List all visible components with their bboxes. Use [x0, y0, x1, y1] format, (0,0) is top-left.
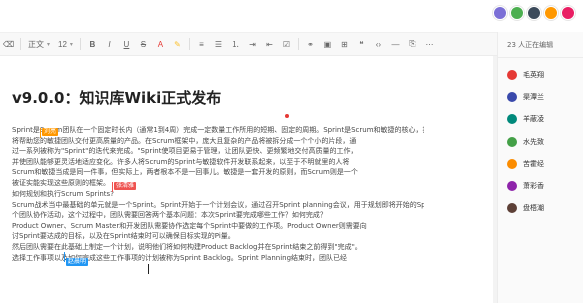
font-size-select-label: 12 — [58, 39, 67, 49]
editor-name: 渠潭兰 — [523, 93, 544, 102]
paragraph-line: 个团队协作活动，这个过程中，团队需要回答两个基本问题：本次Sprint要完成哪些… — [12, 211, 327, 220]
highlight-icon[interactable]: ✎ — [169, 32, 186, 56]
strikethrough-icon[interactable]: S — [135, 32, 152, 56]
outdent-icon[interactable]: ⇤ — [261, 32, 278, 56]
top-bar — [0, 0, 583, 32]
avatar — [507, 70, 517, 81]
paragraph-line: 讨Sprint要达成的目标，以及在Sprint结束时可以确保目标实现的Pi量。 — [12, 232, 235, 241]
collab-tag: 刘亮 — [42, 128, 59, 136]
image-icon[interactable]: ▣ — [319, 32, 336, 56]
para-how-to-plan: 如何规划和执行Scrum Sprints? Scrum战术当中最基础的单元就是一个… — [12, 189, 424, 263]
collab-cursor — [112, 182, 113, 192]
editor-list-item[interactable]: 毛英翔 — [498, 64, 583, 86]
avatar[interactable] — [561, 6, 575, 20]
avatar — [507, 114, 517, 125]
paragraph-line: Scrum战术当中最基础的单元就是一个Sprint。Sprint开始于一个计划会… — [12, 200, 424, 209]
paragraph-style-select[interactable]: 正文 ▾ — [24, 32, 54, 56]
editors-count: 23 人正在编辑 — [498, 32, 583, 58]
quote-icon[interactable]: ❝ — [353, 32, 370, 56]
editor-name: 毛英翔 — [523, 71, 544, 80]
paragraph-line: 将帮助您的敏捷团队交付更高质量的产品。在Scrum框架中，庞大且复杂的产品将被拆… — [12, 136, 357, 145]
paragraph-line: Product Owner、Scrum Master和开发团队需要协作选定每个S… — [12, 221, 367, 230]
page-title: v9.0.0：知识库Wiki正式发布 — [12, 89, 222, 107]
avatar — [507, 92, 517, 103]
editor-name: 水先致 — [523, 137, 544, 146]
editor-name: 苦霍经 — [523, 159, 544, 168]
collab-tag: 张清雅 — [114, 182, 137, 190]
toolbar-divider — [297, 38, 299, 50]
paragraph-line: 然后团队需要在此基础上制定一个计划，说明他们将如何构建Product Backl… — [12, 242, 362, 251]
toolbar-divider — [188, 38, 190, 50]
avatar — [507, 181, 517, 192]
avatar[interactable] — [544, 6, 558, 20]
editor-name: 羊蔽凌 — [523, 115, 544, 124]
editor-list-item[interactable]: 渠潭兰 — [498, 86, 583, 108]
toolbar-divider — [79, 38, 81, 50]
eraser-icon[interactable]: ⌫ — [0, 32, 17, 56]
align-left-icon[interactable]: ≡ — [193, 32, 210, 56]
code-icon[interactable]: ‹› — [370, 32, 387, 56]
collaborator-avatars — [493, 6, 575, 20]
collab-cursor — [64, 252, 65, 262]
bold-icon[interactable]: B — [84, 32, 101, 56]
paragraph-line: Scrum和敏捷当成是同一件事，但实际上，两者根本不是一回事儿。敏捷是一套开发的… — [12, 168, 358, 177]
bullet-list-icon[interactable]: ☰ — [210, 32, 227, 56]
paragraph-line: Sprint是Scrum团队在一个固定时长内（通常1到4周）完成一定数量工作所用… — [12, 126, 424, 134]
comment-marker[interactable] — [285, 114, 289, 118]
underline-icon[interactable]: U — [118, 32, 135, 56]
avatar[interactable] — [510, 6, 524, 20]
editor-list-item[interactable]: 萧彩香 — [498, 175, 583, 197]
text-caret — [148, 264, 149, 274]
font-color-icon[interactable]: A — [152, 32, 169, 56]
document-body[interactable]: v9.0.0：知识库Wiki正式发布 Sprint是Scrum团队在一个固定时长… — [12, 56, 424, 303]
more-icon[interactable]: ⋯ — [421, 32, 438, 56]
avatar — [507, 158, 517, 169]
online-editors-panel: 23 人正在编辑 毛英翔渠潭兰羊蔽凌水先致苦霍经萧彩香盘梧潮 — [497, 32, 583, 303]
paragraph-line: 过一系列被称为"Sprint"的迭代来完成。"Sprint使项目更易于管理，让团… — [12, 147, 358, 156]
link-icon[interactable]: ⚭ — [302, 32, 319, 56]
editor-list-item[interactable]: 盘梧潮 — [498, 197, 583, 219]
para-sprint-intro: Sprint是Scrum团队在一个固定时长内（通常1到4周）完成一定数量工作所用… — [12, 125, 424, 189]
toolbar-divider — [20, 38, 21, 50]
chevron-down-icon: ▾ — [47, 41, 51, 48]
editors-list: 毛英翔渠潭兰羊蔽凌水先致苦霍经萧彩香盘梧潮 — [498, 58, 583, 219]
avatar[interactable] — [527, 6, 541, 20]
editor-toolbar: ⌫ 正文 ▾ 12 ▾ B I U S A ✎ ≡ ☰ ⒈ ⇥ ⇤ ☑ ⚭ ▣ ⊞ ❝ ‹› — ⎘ ⋯ — [0, 32, 583, 56]
editor-list-item[interactable]: 苦霍经 — [498, 153, 583, 175]
italic-icon[interactable]: I — [101, 32, 118, 56]
editor-list-item[interactable]: 羊蔽凌 — [498, 108, 583, 130]
font-size-select[interactable]: 12 ▾ — [54, 32, 77, 56]
attachment-icon[interactable]: ⎘ — [404, 32, 421, 56]
divider-icon[interactable]: — — [387, 32, 404, 56]
chevron-down-icon: ▾ — [69, 41, 73, 48]
avatar[interactable] — [493, 6, 507, 20]
table-icon[interactable]: ⊞ — [336, 32, 353, 56]
avatar — [507, 203, 517, 214]
paragraph-line: 如何规划和执行Scrum Sprints? — [12, 190, 114, 198]
avatar — [507, 136, 517, 147]
collab-cursor — [40, 128, 41, 138]
checklist-icon[interactable]: ☑ — [278, 32, 295, 56]
paragraph-line: 并使团队能够更灵活地适应变化。许多人将Scrum的Sprint与敏捷软件开发联系… — [12, 157, 350, 166]
editor-list-item[interactable]: 水先致 — [498, 131, 583, 153]
editor-name: 盘梧潮 — [523, 204, 544, 213]
indent-icon[interactable]: ⇥ — [244, 32, 261, 56]
collab-tag: 赵晨明 — [66, 258, 89, 266]
paragraph-line: 被证实能实现这些原则的框架。 — [12, 178, 110, 187]
paragraph-style-select-label: 正文 — [28, 39, 44, 49]
document-area[interactable]: v9.0.0：知识库Wiki正式发布 Sprint是Scrum团队在一个固定时长… — [0, 56, 493, 303]
editor-name: 萧彩香 — [523, 182, 544, 191]
numbered-list-icon[interactable]: ⒈ — [227, 32, 244, 56]
